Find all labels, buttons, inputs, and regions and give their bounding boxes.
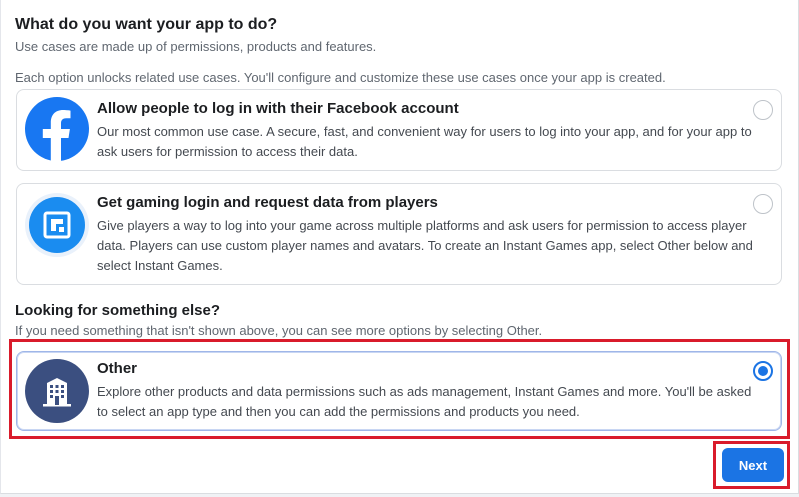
page-subtitle: Use cases are made up of permissions, pr… <box>15 39 377 54</box>
gaming-icon <box>25 193 89 257</box>
page-title: What do you want your app to do? <box>15 16 278 33</box>
facebook-login-radio[interactable] <box>753 100 773 120</box>
use-case-title: Allow people to log in with their Facebo… <box>97 100 459 117</box>
use-case-description: Our most common use case. A secure, fast… <box>97 124 752 159</box>
gaming-login-radio[interactable] <box>753 194 773 214</box>
section-title-other: Looking for something else? <box>15 302 221 319</box>
use-case-title: Get gaming login and request data from p… <box>97 194 438 211</box>
use-case-facebook-login[interactable]: Allow people to log in with their Facebo… <box>16 89 782 171</box>
use-case-gaming-login[interactable]: Get gaming login and request data from p… <box>16 183 782 285</box>
highlight-frame-other <box>9 339 790 439</box>
highlight-frame-next <box>713 441 790 489</box>
use-case-description: Give players a way to log into your game… <box>97 218 753 273</box>
facebook-logo-icon <box>25 97 89 161</box>
intro-text: Each option unlocks related use cases. Y… <box>15 70 666 85</box>
section-subtitle-other: If you need something that isn't shown a… <box>15 323 543 338</box>
